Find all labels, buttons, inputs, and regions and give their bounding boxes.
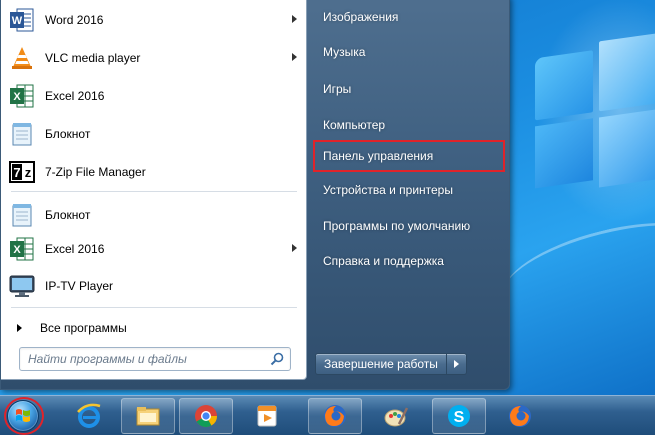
divider (11, 191, 297, 192)
chrome-icon (195, 405, 217, 427)
shutdown-button[interactable]: Завершение работы (315, 353, 447, 375)
excel-icon: X (7, 234, 37, 264)
search-input[interactable] (28, 351, 258, 367)
program-label: Excel 2016 (45, 242, 105, 256)
svg-text:W: W (12, 15, 23, 27)
wallpaper-swoosh (493, 204, 655, 336)
program-label: 7-Zip File Manager (45, 165, 146, 179)
search-box[interactable] (19, 347, 291, 371)
divider (11, 307, 297, 308)
iptv-icon (7, 271, 37, 301)
submenu-arrow-icon[interactable] (292, 15, 297, 23)
chevron-right-icon (453, 360, 459, 368)
excel-icon: X (7, 81, 37, 111)
svg-text:X: X (13, 244, 21, 256)
menu-item-devices-printers[interactable]: Устройства и принтеры (315, 176, 503, 204)
notepad-icon (7, 200, 37, 230)
program-label: VLC media player (45, 51, 141, 65)
taskbar: S (0, 395, 655, 435)
menu-item-music[interactable]: Музыка (315, 38, 503, 66)
menu-item-control-panel[interactable]: Панель управления (313, 140, 505, 172)
media-player-icon (257, 405, 277, 427)
internet-explorer-icon (77, 403, 101, 428)
program-item-7zip[interactable]: 7 z 7-Zip File Manager (7, 155, 301, 189)
menu-item-games[interactable]: Игры (315, 75, 503, 103)
svg-text:7: 7 (13, 165, 20, 180)
taskbar-media-player[interactable] (240, 398, 294, 434)
submenu-arrow-icon[interactable] (292, 53, 297, 61)
taskbar-internet-explorer[interactable] (62, 398, 116, 434)
svg-text:z: z (25, 165, 32, 180)
program-label: Блокнот (45, 127, 91, 141)
search-icon[interactable] (270, 352, 284, 366)
menu-item-computer[interactable]: Компьютер (315, 111, 503, 139)
program-item-excel-2[interactable]: X Excel 2016 (7, 232, 301, 266)
expand-arrow-icon (17, 324, 22, 332)
taskbar-paint[interactable] (369, 398, 423, 434)
program-label: Excel 2016 (45, 89, 105, 103)
shutdown-group: Завершение работы (315, 353, 467, 375)
all-programs-label: Все программы (40, 321, 127, 335)
word-icon: W (7, 5, 37, 35)
taskbar-chrome[interactable] (179, 398, 233, 434)
firefox-icon (324, 405, 346, 427)
file-explorer-icon (136, 407, 160, 426)
program-item-word[interactable]: W Word 2016 (7, 3, 301, 37)
taskbar-skype[interactable]: S (432, 398, 486, 434)
windows-logo-wallpaper-icon (525, 30, 655, 200)
menu-item-pictures[interactable]: Изображения (315, 3, 503, 31)
program-item-notepad-2[interactable]: Блокнот (7, 198, 301, 232)
shutdown-options-button[interactable] (446, 353, 467, 375)
7zip-icon: 7 z (7, 157, 37, 187)
vlc-icon (7, 43, 37, 73)
program-item-iptv[interactable]: IP-TV Player (7, 269, 301, 303)
all-programs-button[interactable]: Все программы (7, 315, 301, 341)
submenu-arrow-icon[interactable] (292, 244, 297, 252)
start-button[interactable] (3, 397, 44, 435)
program-label: IP-TV Player (45, 279, 114, 293)
taskbar-firefox[interactable] (308, 398, 362, 434)
program-item-excel[interactable]: X Excel 2016 (7, 79, 301, 113)
start-menu-left-pane: W Word 2016 VLC media player X Excel 201… (1, 0, 307, 380)
program-item-vlc[interactable]: VLC media player (7, 41, 301, 75)
menu-item-help-support[interactable]: Справка и поддержка (315, 247, 503, 275)
menu-item-default-programs[interactable]: Программы по умолчанию (315, 212, 503, 240)
highlight-circle (4, 397, 44, 435)
taskbar-file-explorer[interactable] (121, 398, 175, 434)
taskbar-firefox-2[interactable] (493, 398, 547, 434)
svg-text:X: X (13, 91, 21, 103)
paint-icon (384, 407, 409, 427)
notepad-icon (7, 119, 37, 149)
program-item-notepad[interactable]: Блокнот (7, 117, 301, 151)
firefox-icon (509, 405, 531, 427)
svg-text:S: S (454, 409, 465, 426)
skype-icon: S (448, 405, 470, 427)
start-menu: W Word 2016 VLC media player X Excel 201… (0, 0, 510, 390)
start-menu-right-pane: Изображения Музыка Игры Компьютер Панель… (311, 0, 507, 385)
program-label: Блокнот (45, 208, 91, 222)
program-label: Word 2016 (45, 13, 104, 27)
